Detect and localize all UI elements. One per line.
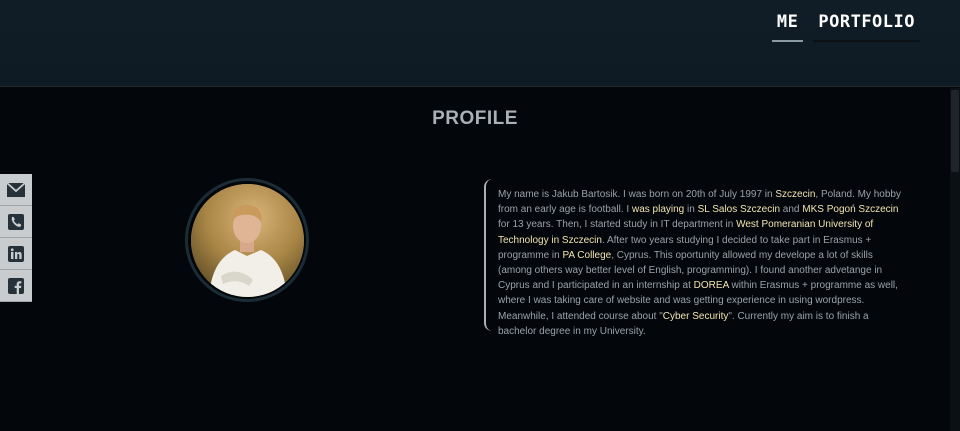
facebook-button[interactable]	[0, 270, 32, 302]
bio-segment: My name is Jakub Bartosik. I was born on…	[498, 189, 776, 200]
bio-segment: in	[684, 204, 698, 216]
profile-photo	[190, 183, 304, 297]
bio-highlight: PA College	[562, 249, 612, 261]
person-portrait-icon	[190, 183, 304, 297]
bio-highlight: MKS Pogoń Szczecin	[802, 204, 899, 216]
facebook-icon	[8, 277, 24, 294]
phone-icon	[8, 213, 24, 230]
bio-segment: for 13 years. Then, I started study in I…	[498, 219, 737, 231]
linkedin-icon	[8, 245, 24, 262]
nav-item-me[interactable]: ME	[771, 12, 804, 42]
bio-text: My name is Jakub Bartosik. I was born on…	[498, 187, 904, 339]
bio-segment: and	[780, 204, 803, 216]
linkedin-button[interactable]	[0, 238, 32, 270]
profile-section: PROFILE My name is Jakub Bartosik. I was…	[0, 88, 950, 431]
bio-blockquote: My name is Jakub Bartosik. I was born on…	[484, 179, 904, 337]
scrollbar-thumb[interactable]	[951, 90, 959, 172]
phone-button[interactable]	[0, 206, 32, 238]
social-sidebar	[0, 174, 32, 302]
bio-highlight: SL Salos Szczecin	[697, 204, 781, 216]
top-navbar: ME PORTFOLIO	[0, 0, 960, 87]
nav-item-portfolio[interactable]: PORTFOLIO	[813, 12, 920, 42]
page-title: PROFILE	[432, 108, 518, 129]
bio-highlight: DOREA	[693, 280, 729, 292]
bio-highlight: Cyber Security	[662, 310, 729, 322]
envelope-icon	[6, 181, 26, 197]
bio-highlight: was playing	[631, 204, 685, 216]
email-button[interactable]	[0, 174, 32, 206]
bio-highlight: Szczecin	[775, 189, 816, 200]
profile-photo-frame	[185, 178, 309, 302]
main-nav: ME PORTFOLIO	[771, 12, 920, 42]
